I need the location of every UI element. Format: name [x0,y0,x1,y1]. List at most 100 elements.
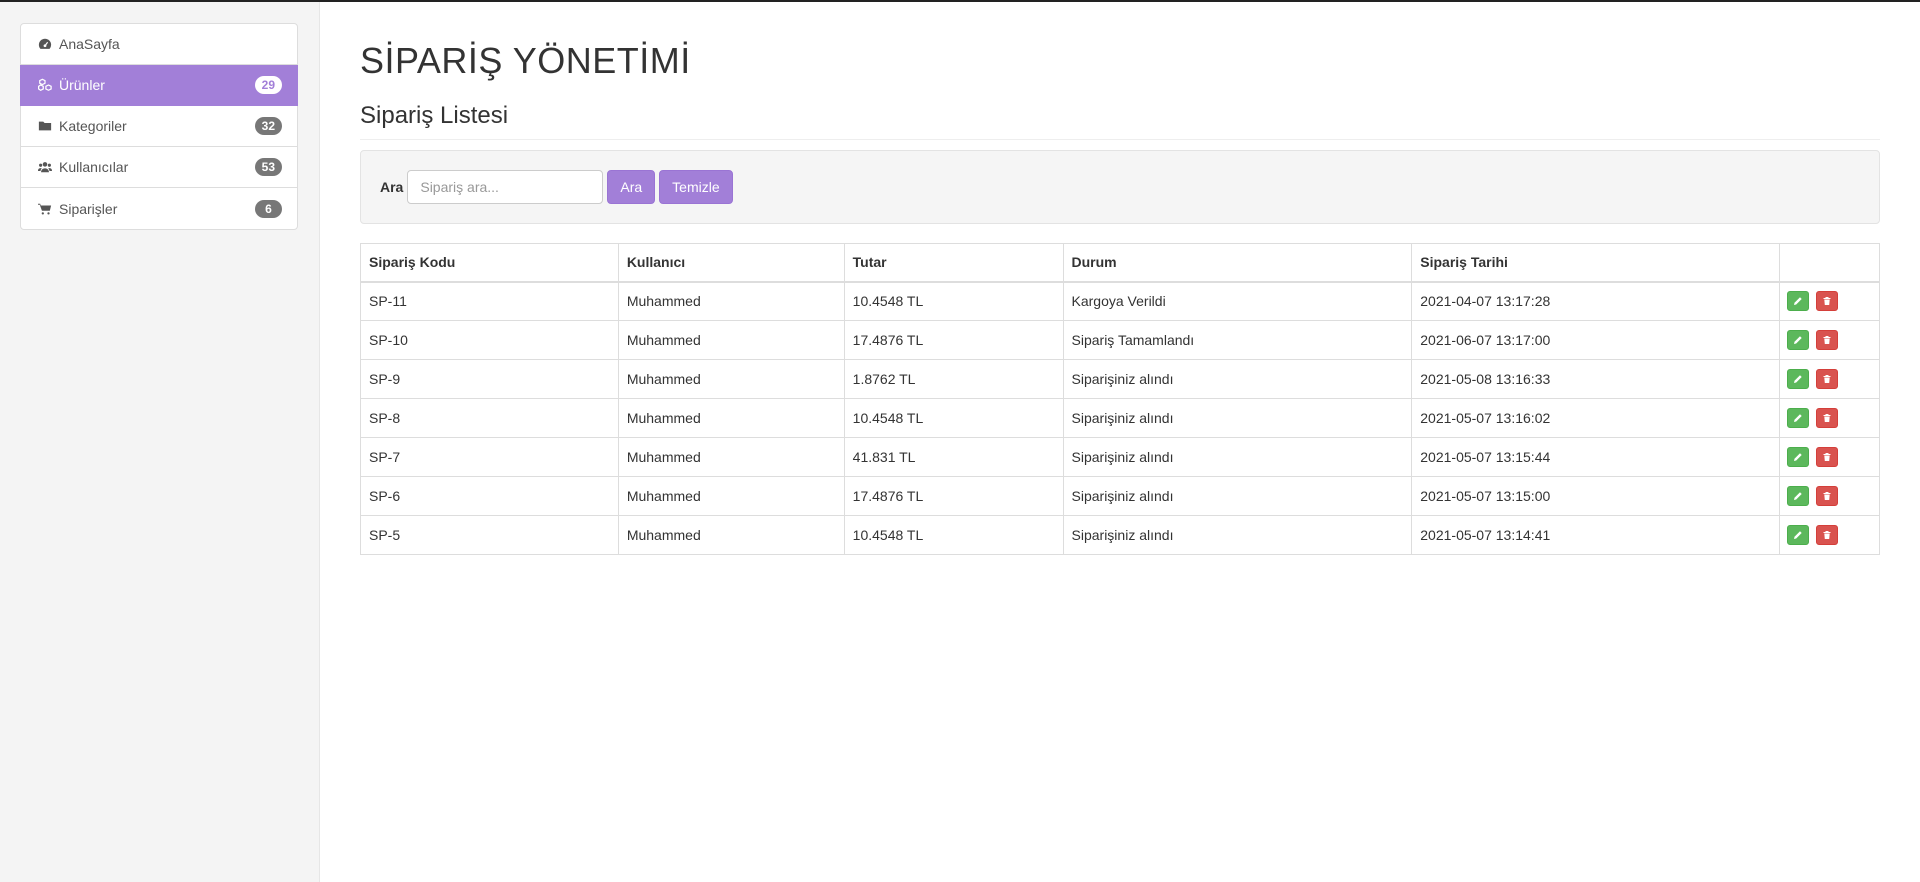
folder-icon [38,119,52,133]
orders-table: Sipariş Kodu Kullanıcı Tutar Durum Sipar… [360,243,1881,555]
status-cell: Siparişiniz alındı [1062,398,1413,438]
edit-button[interactable] [1786,291,1809,312]
sidebar-item-anasayfa[interactable]: AnaSayfa [21,24,297,65]
column-header-code[interactable]: Sipariş Kodu [360,243,619,283]
actions-cell [1778,476,1881,516]
pencil-icon [1793,531,1802,539]
table-row: SP-6 Muhammed 17.4876 TL Siparişiniz alı… [360,476,1881,516]
trash-icon [1823,531,1831,539]
delete-button[interactable] [1815,525,1838,545]
edit-button[interactable] [1786,330,1809,350]
actions-cell [1778,437,1881,477]
sidebar-item-label: Kullanıcılar [59,159,129,175]
delete-button[interactable] [1815,486,1838,506]
column-header-actions [1778,243,1881,283]
column-header-status[interactable]: Durum [1062,243,1413,283]
pencil-icon [1793,297,1802,306]
sidebar-item-kullanicilar[interactable]: Kullanıcılar 53 [21,147,297,188]
sidebar-nav: AnaSayfa Ürünler 29 Kategoriler 32 Kulla… [20,23,298,230]
trash-icon [1823,414,1831,422]
status-cell: Sipariş Tamamlandı [1062,320,1413,360]
amount-cell: 1.8762 TL [843,359,1064,399]
table-row: SP-5 Muhammed 10.4548 TL Siparişiniz alı… [360,515,1881,555]
sidebar-item-label: AnaSayfa [59,36,120,52]
delete-button[interactable] [1815,330,1838,350]
user-cell: Muhammed [617,437,845,477]
search-button[interactable]: Ara [607,170,656,204]
trash-icon [1823,492,1831,500]
amount-cell: 10.4548 TL [843,515,1064,555]
trash-icon [1823,336,1831,344]
date-cell: 2021-05-08 13:16:33 [1411,359,1780,399]
edit-button[interactable] [1786,486,1809,506]
delete-button[interactable] [1815,408,1838,428]
user-cell: Muhammed [617,515,845,555]
trash-icon [1823,453,1831,461]
dashboard-icon [38,37,52,51]
date-cell: 2021-05-07 13:15:00 [1411,476,1780,516]
column-header-date[interactable]: Sipariş Tarihi [1411,243,1780,283]
user-cell: Muhammed [617,476,845,516]
edit-button[interactable] [1786,525,1809,545]
date-cell: 2021-04-07 13:17:28 [1411,281,1780,321]
actions-cell [1778,398,1881,438]
pencil-icon [1793,414,1802,422]
order-code-cell: SP-11 [360,281,619,321]
amount-cell: 10.4548 TL [843,398,1064,438]
column-header-amount[interactable]: Tutar [843,243,1064,283]
amount-cell: 17.4876 TL [843,476,1064,516]
pencil-icon [1793,336,1802,344]
clear-button[interactable]: Temizle [659,170,733,204]
sidebar-item-urunler[interactable]: Ürünler 29 [20,65,298,106]
order-code-cell: SP-9 [360,359,619,399]
delete-button[interactable] [1815,291,1838,312]
pencil-icon [1793,492,1802,500]
table-row: SP-7 Muhammed 41.831 TL Siparişiniz alın… [360,437,1881,477]
sidebar-item-label: Siparişler [59,200,118,217]
status-cell: Siparişiniz alındı [1062,515,1413,555]
status-cell: Kargoya Verildi [1062,281,1413,321]
date-cell: 2021-05-07 13:15:44 [1411,437,1780,477]
status-cell: Siparişiniz alındı [1062,437,1413,477]
edit-button[interactable] [1786,369,1809,389]
search-input[interactable] [407,170,604,204]
page-title: SİPARİŞ YÖNETİMİ [360,40,691,81]
actions-cell [1778,320,1881,360]
table-row: SP-11 Muhammed 10.4548 TL Kargoya Verild… [360,281,1881,321]
status-cell: Siparişiniz alındı [1062,476,1413,516]
delete-button[interactable] [1815,369,1838,389]
pencil-icon [1793,453,1802,461]
amount-cell: 17.4876 TL [843,320,1064,360]
orders-table-wrapper: Sipariş Kodu Kullanıcı Tutar Durum Sipar… [360,243,1881,555]
user-cell: Muhammed [617,398,845,438]
order-code-cell: SP-10 [360,320,619,360]
actions-cell [1778,515,1881,555]
sidebar-item-siparisler[interactable]: Siparişler 6 [21,188,297,229]
table-row: SP-8 Muhammed 10.4548 TL Siparişiniz alı… [360,398,1881,438]
table-row: SP-9 Muhammed 1.8762 TL Siparişiniz alın… [360,359,1881,399]
column-header-user[interactable]: Kullanıcı [617,243,845,283]
user-cell: Muhammed [617,320,845,360]
amount-cell: 41.831 TL [843,437,1064,477]
actions-cell [1778,359,1881,399]
count-badge: 6 [255,199,282,218]
user-cell: Muhammed [617,281,845,321]
date-cell: 2021-06-07 13:17:00 [1411,320,1780,360]
pencil-icon [1793,375,1802,383]
order-code-cell: SP-7 [360,437,619,477]
table-row: SP-10 Muhammed 17.4876 TL Sipariş Tamaml… [360,320,1881,360]
sidebar-item-label: Kategoriler [59,118,127,134]
cart-icon [38,202,52,216]
edit-button[interactable] [1786,447,1809,467]
order-code-cell: SP-8 [360,398,619,438]
order-code-cell: SP-5 [360,515,619,555]
cubes-icon [38,78,52,92]
table-header-row: Sipariş Kodu Kullanıcı Tutar Durum Sipar… [360,243,1881,283]
date-cell: 2021-05-07 13:16:02 [1411,398,1780,438]
sidebar-item-kategoriler[interactable]: Kategoriler 32 [21,106,297,147]
user-cell: Muhammed [617,359,845,399]
delete-button[interactable] [1815,447,1838,467]
order-code-cell: SP-6 [360,476,619,516]
edit-button[interactable] [1786,408,1809,428]
count-badge: 29 [254,76,282,94]
